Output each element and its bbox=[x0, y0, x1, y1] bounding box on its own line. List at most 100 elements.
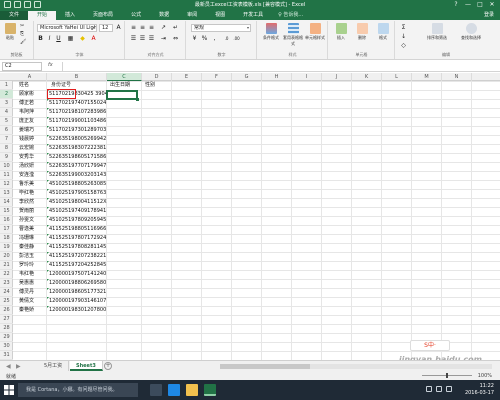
id-number-cell[interactable]: 411525197808281145 bbox=[47, 243, 106, 252]
zoom-slider[interactable] bbox=[422, 373, 472, 378]
row-header-6[interactable]: 6 bbox=[0, 126, 13, 135]
id-number-cell[interactable]: 120000198806269580 bbox=[47, 279, 106, 288]
cell-area[interactable]: 姓名 身份证号 出生日期 性别 顾家彬 51170219830425 3904 傅正… bbox=[13, 81, 500, 360]
name-box[interactable]: C2 bbox=[2, 62, 42, 71]
name-cell[interactable]: 彭洁玉 bbox=[17, 252, 34, 261]
id-number-cell[interactable]: 411525197807172924 bbox=[47, 234, 106, 243]
formula-input[interactable] bbox=[62, 62, 496, 71]
name-cell[interactable]: 冯珊琳 bbox=[17, 234, 34, 243]
id-number-cell[interactable]: 451025197905158763 bbox=[47, 189, 106, 198]
font-size-dropdown[interactable]: 12 bbox=[99, 24, 113, 32]
font-name-dropdown[interactable]: Microsoft YaHei UI Ligh ▾ bbox=[37, 24, 97, 32]
insert-function-icon[interactable]: fx bbox=[48, 62, 53, 68]
cut-icon[interactable]: ✂ bbox=[20, 23, 24, 30]
row-header-11[interactable]: 11 bbox=[0, 171, 13, 180]
row-header-23[interactable]: 23 bbox=[0, 279, 13, 288]
paste-button[interactable]: 粘贴 bbox=[2, 23, 18, 47]
scrollbar-thumb[interactable] bbox=[220, 364, 310, 369]
name-cell[interactable]: 秦佳静 bbox=[17, 243, 34, 252]
id-number-cell[interactable]: 511702199001103486 bbox=[47, 117, 106, 126]
tab-formulas[interactable]: 公式 bbox=[122, 11, 150, 20]
name-cell[interactable]: 毕红艳 bbox=[17, 189, 34, 198]
currency-icon[interactable]: ¥ bbox=[191, 35, 198, 42]
id-number-cell[interactable]: 511702197301289703 bbox=[47, 126, 106, 135]
name-cell[interactable]: 罗玲玲 bbox=[17, 261, 34, 270]
edge-icon[interactable] bbox=[168, 384, 180, 396]
id-number-cell[interactable]: 120000197507141240 bbox=[47, 270, 106, 279]
id-number-cell[interactable]: 522635198005269942 bbox=[47, 135, 106, 144]
align-bottom-icon[interactable]: ≡ bbox=[148, 24, 155, 31]
grow-font-icon[interactable]: A bbox=[115, 24, 122, 31]
selected-cell-c2[interactable] bbox=[106, 90, 139, 101]
id-number-cell[interactable]: 45102519800411512X bbox=[47, 198, 107, 207]
merge-center-icon[interactable]: ⇔ bbox=[172, 35, 179, 42]
row-header-19[interactable]: 19 bbox=[0, 243, 13, 252]
row-header-10[interactable]: 10 bbox=[0, 162, 13, 171]
align-left-icon[interactable]: ☰ bbox=[130, 35, 137, 42]
row-header-21[interactable]: 21 bbox=[0, 261, 13, 270]
row-header-4[interactable]: 4 bbox=[0, 108, 13, 117]
zoom-level[interactable]: 100% bbox=[478, 373, 492, 379]
name-cell[interactable]: 傅正若 bbox=[17, 99, 34, 108]
name-cell[interactable]: 庞正友 bbox=[17, 117, 34, 126]
worksheet-grid[interactable]: ABCDEFGHIJKLMN 1 2 3 4 5 6 7 8 9 10 11 12 13 14 15 16 17… bbox=[0, 73, 500, 360]
id-number-cell[interactable]: 411525198805116966 bbox=[47, 225, 106, 234]
row-header-9[interactable]: 9 bbox=[0, 153, 13, 162]
table-format-button[interactable]: 套用表格格式 bbox=[282, 23, 304, 47]
row-header-13[interactable]: 13 bbox=[0, 189, 13, 198]
task-view-icon[interactable] bbox=[150, 384, 162, 396]
tab-insert[interactable]: 插入 bbox=[56, 11, 84, 20]
underline-icon[interactable]: U bbox=[55, 35, 62, 42]
id-number-cell[interactable]: 511702197407155024 bbox=[47, 99, 106, 108]
name-cell[interactable]: 贺雨丽 bbox=[17, 207, 34, 216]
tab-file[interactable]: 文件 bbox=[0, 11, 29, 20]
column-header-b[interactable]: B bbox=[47, 73, 107, 81]
row-header-26[interactable]: 26 bbox=[0, 306, 13, 315]
tab-page-layout[interactable]: 页面布局 bbox=[84, 11, 122, 20]
column-header-n[interactable]: N bbox=[442, 73, 472, 81]
row-header-18[interactable]: 18 bbox=[0, 234, 13, 243]
decrease-decimal-icon[interactable]: .00 bbox=[233, 35, 240, 42]
network-icon[interactable] bbox=[426, 386, 432, 392]
header-cell-gender[interactable]: 性别 bbox=[143, 81, 155, 90]
name-cell[interactable]: 顾家彬 bbox=[17, 90, 34, 99]
horizontal-scrollbar[interactable] bbox=[220, 364, 492, 369]
id-number-cell[interactable]: 522635199003203143 bbox=[47, 171, 106, 180]
prev-sheet-icon[interactable]: ◀ bbox=[6, 363, 11, 370]
column-header-a[interactable]: A bbox=[13, 73, 47, 81]
sheet-tab-may-salary[interactable]: 5月工资 bbox=[38, 361, 70, 371]
column-header-f[interactable]: F bbox=[202, 73, 232, 81]
add-sheet-icon[interactable]: + bbox=[104, 362, 112, 370]
row-header-8[interactable]: 8 bbox=[0, 144, 13, 153]
row-header-7[interactable]: 7 bbox=[0, 135, 13, 144]
windows-start-icon[interactable] bbox=[4, 385, 14, 395]
name-cell[interactable]: 钱晨婷 bbox=[17, 135, 34, 144]
tab-home[interactable]: 开始 bbox=[28, 11, 57, 20]
row-header-25[interactable]: 25 bbox=[0, 297, 13, 306]
name-cell[interactable]: 韦阿萍 bbox=[17, 108, 34, 117]
column-header-d[interactable]: D bbox=[142, 73, 172, 81]
column-header-e[interactable]: E bbox=[172, 73, 202, 81]
name-cell[interactable]: 姜瑞巧 bbox=[17, 126, 34, 135]
row-header-24[interactable]: 24 bbox=[0, 288, 13, 297]
sheet-tab-sheet3[interactable]: Sheet3 bbox=[70, 361, 103, 371]
name-cell[interactable]: 李欣然 bbox=[17, 198, 34, 207]
name-cell[interactable]: 曹逸美 bbox=[17, 225, 34, 234]
italic-icon[interactable]: I bbox=[46, 35, 53, 42]
id-number-cell[interactable]: 451025198805263085 bbox=[47, 180, 106, 189]
name-cell[interactable]: 云宏婉 bbox=[17, 144, 34, 153]
name-cell[interactable]: 鲁乐美 bbox=[17, 180, 34, 189]
clock[interactable]: 11:22 2016-03-17 bbox=[465, 383, 494, 397]
file-explorer-icon[interactable] bbox=[186, 384, 198, 396]
column-header-g[interactable]: G bbox=[232, 73, 262, 81]
find-select-button[interactable]: 查找和选择 bbox=[456, 23, 486, 47]
align-top-icon[interactable]: ≡ bbox=[130, 24, 137, 31]
align-middle-icon[interactable]: ≡ bbox=[139, 24, 146, 31]
row-header-28[interactable]: 28 bbox=[0, 324, 13, 333]
copy-icon[interactable]: ⎘ bbox=[20, 31, 24, 38]
name-cell[interactable]: 韦红艳 bbox=[17, 270, 34, 279]
fill-color-icon[interactable]: ◆ bbox=[79, 35, 86, 42]
id-number-cell[interactable]: 120000198605177321 bbox=[47, 288, 106, 297]
name-cell[interactable]: 安秀华 bbox=[17, 153, 34, 162]
ime-icon[interactable] bbox=[446, 386, 452, 392]
